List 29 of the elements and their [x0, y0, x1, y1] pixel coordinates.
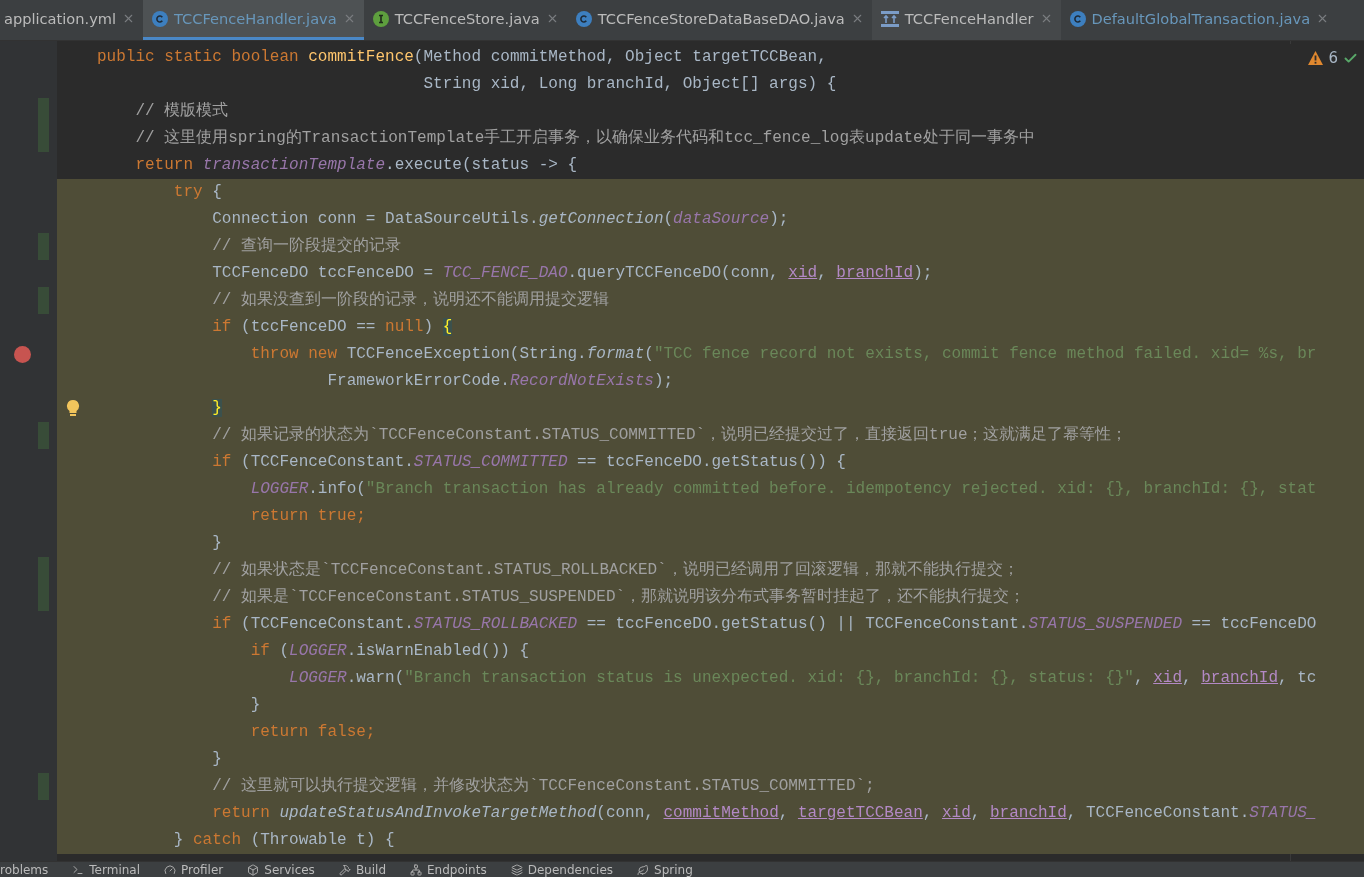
tool-window-button[interactable]: Dependencies — [510, 862, 614, 877]
tool-window-button[interactable]: Services — [247, 862, 315, 877]
editor-tab[interactable]: DefaultGlobalTransaction.java — [1060, 0, 1338, 40]
class-icon — [575, 10, 592, 27]
network-icon — [410, 863, 422, 876]
tool-window-button[interactable]: roblems — [0, 862, 49, 877]
tool-window-button[interactable]: Terminal — [72, 862, 140, 877]
warning-icon[interactable] — [1308, 51, 1324, 65]
editor-tab[interactable]: application.yml — [0, 0, 144, 40]
editor-tab[interactable]: TCCFenceStoreDataBaseDAO.java — [566, 0, 872, 40]
hammer-icon — [338, 863, 351, 876]
diagram-icon — [880, 10, 899, 27]
lightbulb-icon[interactable] — [66, 399, 80, 417]
breakpoint-icon[interactable] — [14, 346, 31, 363]
editor-tab[interactable]: TCCFenceHandler — [871, 0, 1061, 40]
gauge-icon — [164, 863, 176, 876]
tool-window-button[interactable]: Profiler — [164, 862, 224, 877]
class-icon — [1069, 10, 1086, 27]
tool-window-button[interactable]: Spring — [637, 862, 693, 877]
terminal-icon — [72, 863, 85, 876]
tool-window-button[interactable]: Endpoints — [410, 862, 487, 877]
warning-count: 6 — [1328, 49, 1338, 67]
leaf-icon — [637, 863, 650, 876]
class-icon — [152, 10, 169, 27]
cube-icon — [247, 863, 260, 876]
tool-window-button[interactable]: Build — [338, 862, 386, 877]
editor-tab[interactable]: TCCFenceStore.java — [363, 0, 567, 40]
interface-icon — [372, 10, 389, 27]
layers-icon — [510, 863, 523, 876]
